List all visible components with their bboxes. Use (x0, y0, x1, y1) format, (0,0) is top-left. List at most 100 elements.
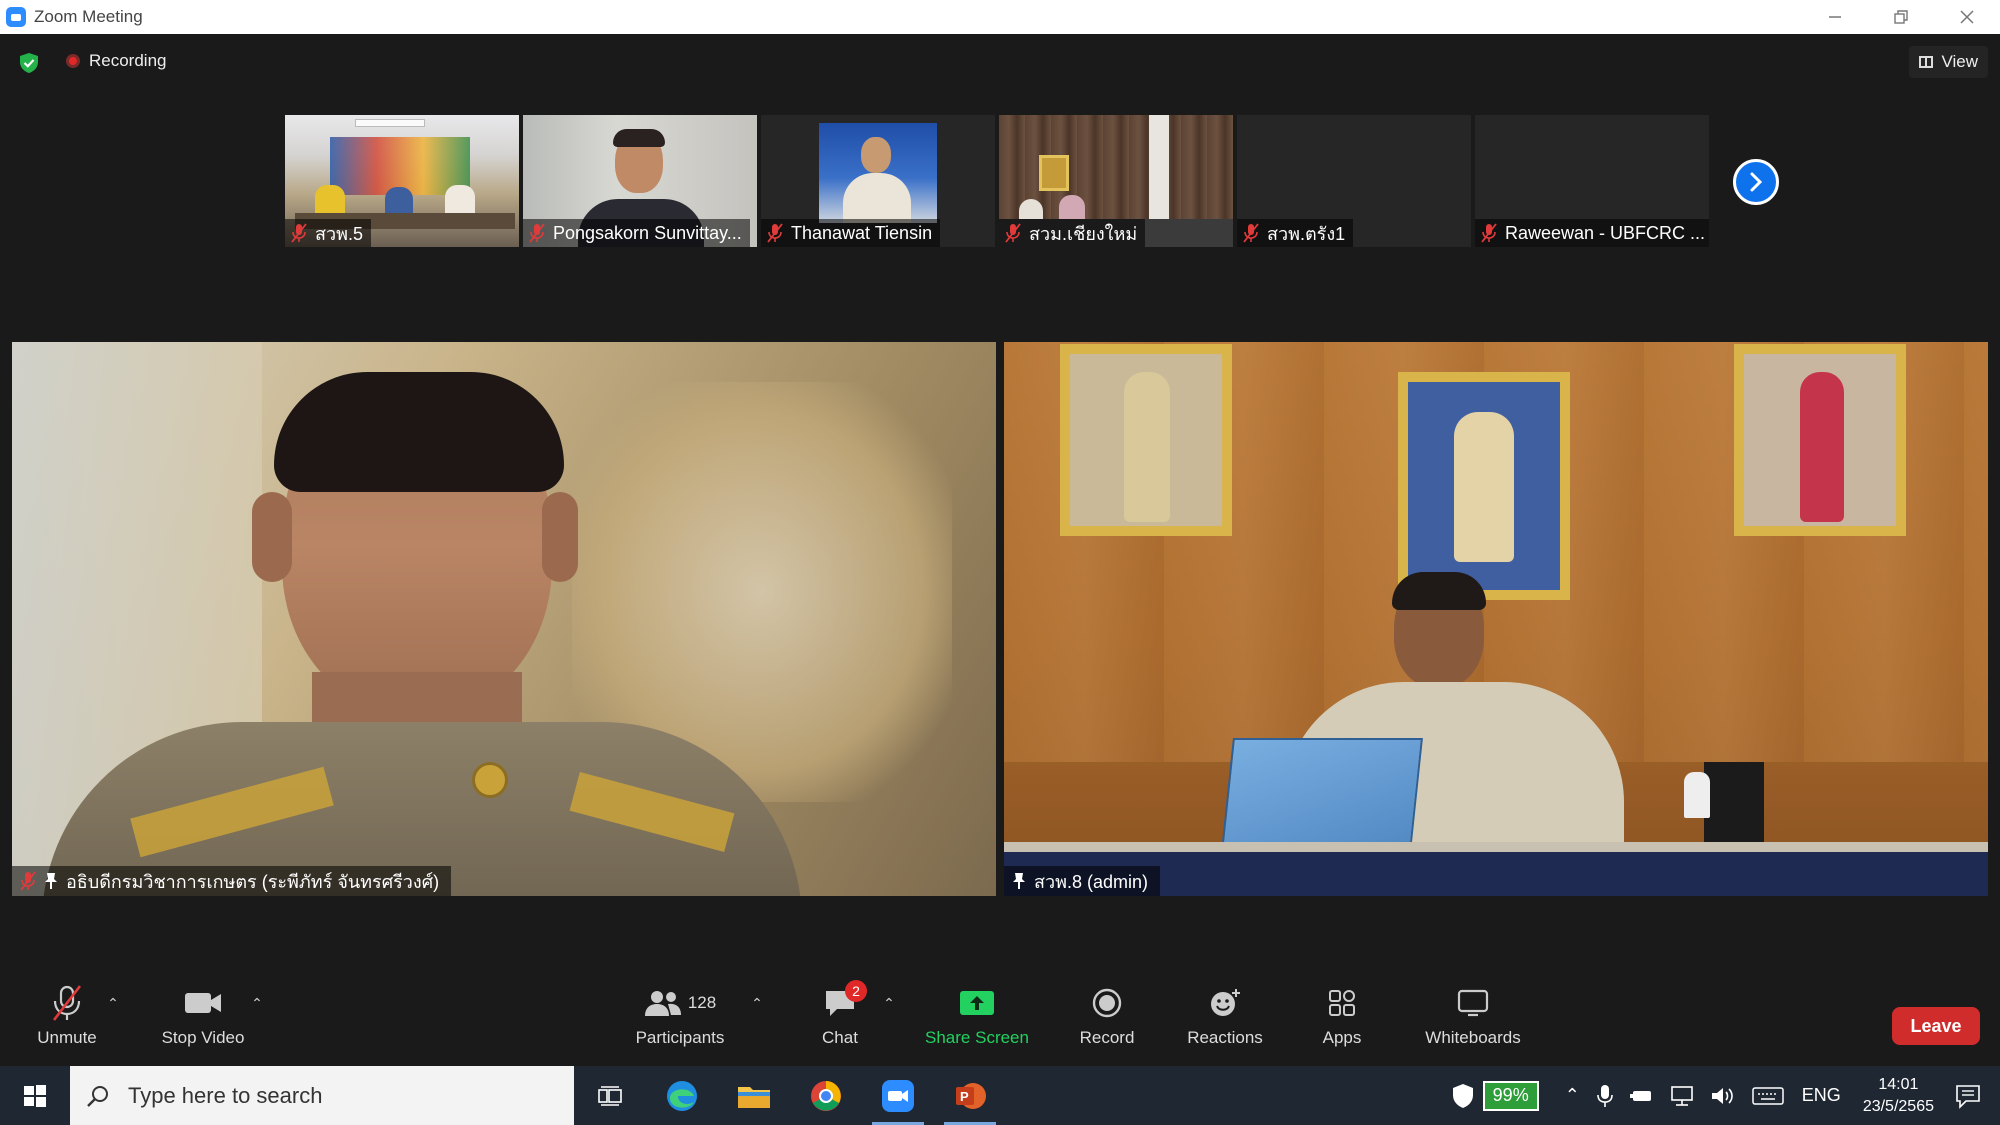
participant-thumbnail[interactable]: Pongsakorn Sunvittay... (523, 115, 757, 247)
notifications-icon[interactable] (1954, 1083, 1982, 1109)
stop-video-button[interactable]: Stop Video (156, 978, 250, 1066)
participant-thumbnail-strip: สวพ.5 Pongsakorn Sunvittay... Thanawat T… (285, 115, 1709, 247)
main-video-right[interactable]: สวพ.8 (admin) (1004, 342, 1988, 896)
battery-percent: 99% (1492, 1085, 1529, 1105)
participant-name: สวพ.ตรัง1 (1267, 223, 1346, 244)
chrome-app[interactable] (790, 1066, 862, 1125)
whiteboard-icon (1457, 989, 1489, 1017)
whiteboards-label: Whiteboards (1425, 1028, 1521, 1047)
participant-name: สวม.เชียงใหม่ (1029, 223, 1138, 244)
file-explorer-app[interactable] (718, 1066, 790, 1125)
muted-mic-icon (767, 223, 783, 243)
view-button[interactable]: View (1909, 46, 1988, 78)
edge-browser-app[interactable] (646, 1066, 718, 1125)
muted-mic-icon (1243, 223, 1259, 243)
start-button[interactable] (0, 1066, 70, 1125)
muted-mic-icon (20, 871, 36, 891)
video-name-tag: สวพ.8 (admin) (1004, 866, 1160, 896)
participant-thumbnail[interactable]: สวพ.5 (285, 115, 519, 247)
muted-mic-icon (291, 223, 307, 243)
participants-icon (644, 991, 681, 1016)
close-button[interactable] (1934, 0, 2000, 34)
participant-thumbnail[interactable]: สวม.เชียงใหม่ (999, 115, 1233, 247)
task-view-icon (598, 1085, 622, 1106)
meeting-top-bar: Recording View (0, 34, 2000, 90)
muted-mic-icon (1481, 223, 1497, 243)
share-screen-button[interactable]: Share Screen (920, 978, 1034, 1066)
battery-indicator[interactable]: 99% (1482, 1080, 1539, 1111)
audio-options-caret[interactable]: ⌃ (106, 995, 120, 1011)
keyboard-icon[interactable] (1752, 1086, 1784, 1106)
video-options-caret[interactable]: ⌃ (250, 995, 264, 1011)
unmute-button[interactable]: Unmute (28, 978, 106, 1066)
meeting-controls-toolbar: Unmute ⌃ Stop Video ⌃ 128 Participants ⌃… (0, 978, 2000, 1066)
window-controls (1802, 0, 2000, 34)
view-label: View (1941, 52, 1978, 71)
participant-name: สวพ.5 (315, 223, 363, 244)
task-view-button[interactable] (574, 1066, 646, 1125)
powerpoint-app[interactable]: P (934, 1066, 1006, 1125)
participant-name: Thanawat Tiensin (791, 222, 933, 243)
participants-label: Participants (635, 1028, 725, 1047)
zoom-app-icon (6, 7, 26, 27)
unmute-label: Unmute (37, 1028, 97, 1047)
participants-options-caret[interactable]: ⌃ (750, 995, 764, 1011)
chevron-up-icon[interactable]: ⌃ (1565, 1085, 1580, 1106)
zoom-app[interactable] (862, 1066, 934, 1125)
taskbar-search-box[interactable]: Type here to search (70, 1066, 574, 1125)
chrome-icon (811, 1080, 841, 1111)
participant-thumbnail[interactable]: Raweewan - UBFCRC ... (1475, 115, 1709, 247)
stop-video-label: Stop Video (161, 1028, 245, 1047)
zoom-icon (882, 1079, 914, 1112)
reactions-emoji-icon (1211, 989, 1240, 1016)
participant-name: Raweewan - UBFCRC ... (1505, 222, 1706, 243)
minimize-button[interactable] (1802, 0, 1868, 34)
search-placeholder: Type here to search (128, 1082, 323, 1108)
participants-count: 128 (687, 993, 717, 1012)
microphone-icon[interactable] (1596, 1084, 1614, 1108)
leave-button[interactable]: Leave (1892, 1007, 1980, 1045)
video-camera-icon (185, 993, 221, 1013)
record-label: Record (1079, 1028, 1135, 1047)
system-tray: 99% ⌃ ENG 14:01 23/5/2565 (1451, 1066, 2000, 1125)
chevron-right-icon (1750, 172, 1763, 192)
video-name-tag: อธิบดีกรมวิชาการเกษตร (ระพีภัทร์ จันทรศร… (12, 866, 452, 896)
encryption-shield-icon[interactable] (18, 52, 40, 74)
windows-logo-icon (24, 1084, 46, 1107)
restore-button[interactable] (1868, 0, 1934, 34)
next-page-button[interactable] (1733, 159, 1779, 205)
apps-button[interactable]: Apps (1316, 978, 1368, 1066)
muted-mic-icon (1005, 223, 1021, 243)
record-button[interactable]: Record (1074, 978, 1140, 1066)
clock-time: 14:01 (1878, 1075, 1919, 1093)
reactions-label: Reactions (1187, 1028, 1263, 1047)
main-video-left[interactable]: อธิบดีกรมวิชาการเกษตร (ระพีภัทร์ จันทรศร… (12, 342, 996, 896)
input-language[interactable]: ENG (1802, 1085, 1841, 1106)
network-icon[interactable] (1670, 1085, 1694, 1107)
whiteboards-button[interactable]: Whiteboards (1422, 978, 1524, 1066)
participants-button[interactable]: 128 Participants (628, 978, 732, 1066)
chat-unread-badge: 2 (845, 980, 867, 1002)
record-icon (1092, 988, 1122, 1018)
chat-options-caret[interactable]: ⌃ (882, 995, 896, 1011)
volume-icon[interactable] (1710, 1085, 1734, 1107)
apps-icon (1329, 990, 1355, 1016)
power-plug-icon[interactable] (1629, 1087, 1654, 1105)
reactions-button[interactable]: Reactions (1184, 978, 1266, 1066)
system-clock[interactable]: 14:01 23/5/2565 (1863, 1074, 1934, 1118)
chat-button[interactable]: 2 Chat (812, 978, 868, 1066)
powerpoint-icon: P (956, 1082, 986, 1109)
grid-view-icon (1919, 56, 1934, 68)
edge-icon (667, 1080, 697, 1111)
window-title-bar: Zoom Meeting (0, 0, 2000, 34)
participant-thumbnail[interactable]: Thanawat Tiensin (761, 115, 995, 247)
clock-date: 23/5/2565 (1862, 1097, 1934, 1115)
recording-indicator[interactable]: Recording (66, 51, 167, 71)
share-screen-icon (960, 991, 994, 1015)
security-shield-icon[interactable] (1451, 1083, 1475, 1109)
window-title: Zoom Meeting (34, 7, 143, 26)
pin-icon (1013, 873, 1025, 889)
participant-thumbnail[interactable]: สวพ.ตรัง1 (1237, 115, 1471, 247)
chat-label: Chat (822, 1028, 858, 1047)
participant-name: Pongsakorn Sunvittay... (553, 222, 742, 243)
